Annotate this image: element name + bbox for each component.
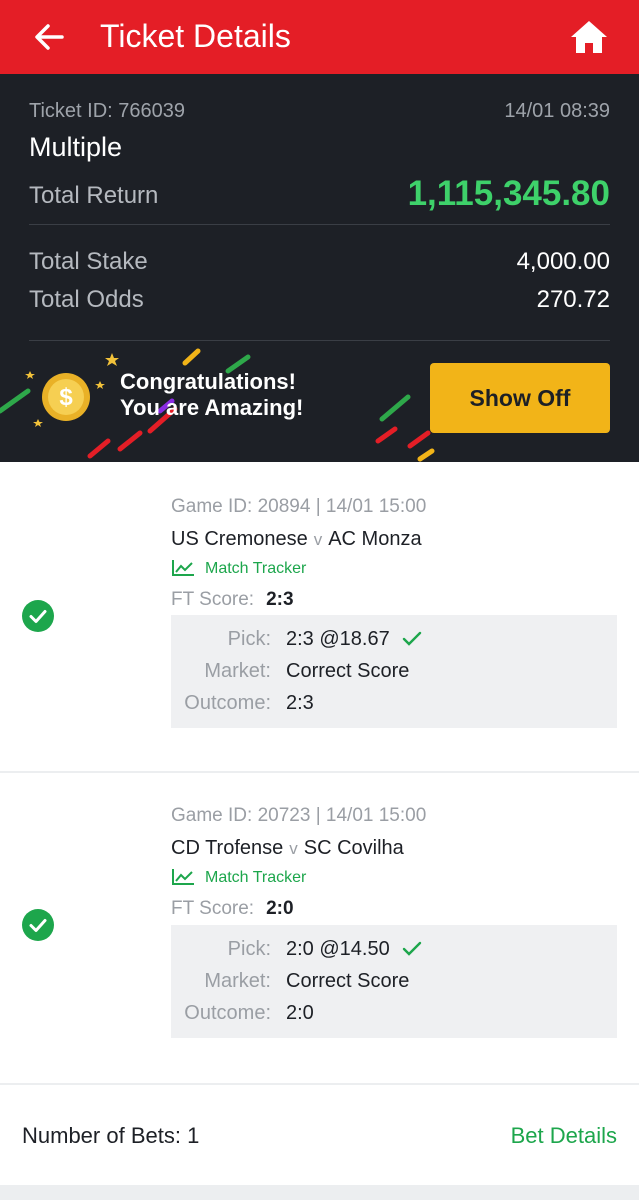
outcome-row: Outcome: 2:0 xyxy=(171,1002,617,1028)
pick-row: Pick: 2:0 @14.50 xyxy=(171,938,617,964)
check-icon xyxy=(402,941,421,956)
divider xyxy=(29,224,610,225)
svg-text:$: $ xyxy=(59,384,73,411)
bet-item: Game ID: 20723 | 14/01 15:00 CD Trofense… xyxy=(0,773,639,1081)
home-team: US Cremonese xyxy=(171,528,308,550)
ft-score-value: 2:0 xyxy=(266,898,294,919)
game-id: Game ID: 20894 | 14/01 15:00 xyxy=(171,496,427,517)
outcome-label: Outcome: xyxy=(184,1002,271,1024)
bet-details-link[interactable]: Bet Details xyxy=(511,1123,617,1149)
outcome-row: Outcome: 2:3 xyxy=(171,692,617,718)
chart-line-icon xyxy=(172,560,194,576)
away-team: SC Covilha xyxy=(303,837,404,859)
ft-score-label: FT Score: xyxy=(171,898,255,919)
outcome-value: 2:0 xyxy=(286,1002,314,1024)
arrow-left-icon xyxy=(35,24,64,50)
congrats-line1: Congratulations! xyxy=(120,369,296,394)
match-tracker-link[interactable]: Match Tracker xyxy=(171,868,306,887)
away-team: AC Monza xyxy=(328,528,422,550)
congrats-line2: You are Amazing! xyxy=(120,395,304,420)
ticket-date: 14/01 08:39 xyxy=(504,100,610,122)
home-team: CD Trofense xyxy=(171,837,284,859)
match-tracker-label: Match Tracker xyxy=(205,869,307,886)
check-circle-icon xyxy=(22,600,54,632)
total-return-value: 1,115,345.80 xyxy=(407,174,610,213)
app-header: Ticket Details xyxy=(0,0,639,74)
pick-details: Pick: 2:3 @18.67 Market: Correct Score O… xyxy=(171,615,617,728)
total-stake-label: Total Stake xyxy=(29,248,148,275)
outcome-value: 2:3 xyxy=(286,692,314,714)
check-circle-icon xyxy=(22,909,54,941)
market-value: Correct Score xyxy=(286,970,410,992)
total-stake-value: 4,000.00 xyxy=(516,248,610,275)
bet-item: Game ID: 20894 | 14/01 15:00 US Cremones… xyxy=(0,462,639,772)
back-button[interactable] xyxy=(30,18,70,56)
pick-row: Pick: 2:3 @18.67 xyxy=(171,628,617,654)
ft-score: FT Score: 2:0 xyxy=(171,898,294,920)
coin-icon: $ xyxy=(42,373,90,421)
market-label: Market: xyxy=(204,660,271,682)
versus: v xyxy=(313,530,323,549)
bottom-strip xyxy=(0,1185,639,1200)
market-row: Market: Correct Score xyxy=(171,660,617,686)
number-of-bets: Number of Bets: 1 xyxy=(22,1123,200,1148)
outcome-label: Outcome: xyxy=(184,692,271,714)
pick-label: Pick: xyxy=(227,628,271,650)
pick-text: 2:0 @14.50 xyxy=(286,938,390,960)
ticket-footer: Number of Bets: 1 Bet Details xyxy=(0,1083,639,1187)
ticket-type: Multiple xyxy=(29,132,123,162)
show-off-button[interactable]: Show Off xyxy=(430,363,610,433)
pick-value: 2:0 @14.50 xyxy=(286,938,422,961)
market-value: Correct Score xyxy=(286,660,410,682)
ticket-summary: Ticket ID: 766039 14/01 08:39 Multiple T… xyxy=(0,74,639,462)
page-title: Ticket Details xyxy=(100,18,291,54)
ft-score-label: FT Score: xyxy=(171,589,255,610)
match-tracker-label: Match Tracker xyxy=(205,560,307,577)
home-icon xyxy=(571,21,607,53)
versus: v xyxy=(289,839,298,858)
pick-text: 2:3 @18.67 xyxy=(286,628,390,650)
match-teams: US Cremonese v AC Monza xyxy=(171,528,422,551)
check-icon xyxy=(402,631,421,646)
ft-score-value: 2:3 xyxy=(266,589,294,610)
congrats-text: Congratulations! You are Amazing! xyxy=(120,369,303,421)
pick-value: 2:3 @18.67 xyxy=(286,628,422,651)
pick-label: Pick: xyxy=(227,938,271,960)
ft-score: FT Score: 2:3 xyxy=(171,589,294,611)
total-odds-label: Total Odds xyxy=(29,286,144,313)
match-teams: CD Trofense v SC Covilha xyxy=(171,837,404,860)
home-button[interactable] xyxy=(568,18,610,56)
chart-line-icon xyxy=(172,869,194,885)
total-odds-value: 270.72 xyxy=(536,286,610,313)
ticket-id: Ticket ID: 766039 xyxy=(29,100,186,122)
pick-details: Pick: 2:0 @14.50 Market: Correct Score O… xyxy=(171,925,617,1038)
congrats-banner: $ Congratulations! You are Amazing! Show… xyxy=(0,341,639,462)
match-tracker-link[interactable]: Match Tracker xyxy=(171,559,306,578)
market-label: Market: xyxy=(204,970,271,992)
total-return-label: Total Return xyxy=(29,182,159,209)
game-id: Game ID: 20723 | 14/01 15:00 xyxy=(171,805,427,826)
market-row: Market: Correct Score xyxy=(171,970,617,996)
